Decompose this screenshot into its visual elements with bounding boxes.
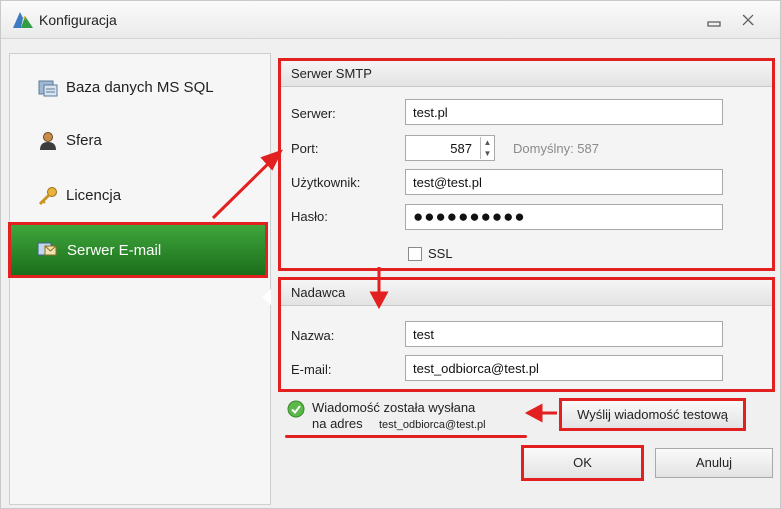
sidebar-item-label: Sfera [66,132,102,149]
port-spinner[interactable]: ▲ ▼ [480,137,494,159]
ssl-label: SSL [428,246,453,261]
arrow-head [524,403,543,423]
database-icon [38,80,58,97]
sidebar-item-database[interactable]: Baza danych MS SQL [10,62,270,114]
user-label: Użytkownik: [291,175,361,190]
password-label: Hasło: [291,209,328,224]
sidebar-item-label: Serwer E-mail [67,242,162,259]
annotation-underline [285,435,527,438]
sender-name-input[interactable]: test [405,321,723,347]
server-input[interactable]: test.pl [405,99,723,125]
status-address-prefix: na adres [312,416,363,431]
sidebar-item-sfera[interactable]: Sfera [10,115,270,167]
group-title: Nadawca [291,285,346,300]
port-stepper[interactable]: 587 ▲ ▼ [405,135,495,161]
server-label: Serwer: [291,106,336,121]
cancel-button[interactable]: Anuluj [655,448,773,478]
group-title: Serwer SMTP [291,66,372,81]
window-title: Konfiguracja [39,12,117,28]
sidebar: Baza danych MS SQL Sfera Licencja Serwer… [8,53,271,505]
status-message: Wiadomość została wysłana [312,400,476,415]
minimize-icon[interactable] [705,14,723,28]
sender-email-label: E-mail: [291,362,332,377]
selection-caret [262,289,271,305]
send-test-email-button[interactable]: Wyślij wiadomość testową [559,398,746,431]
sidebar-item-label: Licencja [66,187,122,204]
port-value: 587 [450,141,472,156]
group-header: Serwer SMTP [281,61,772,87]
ssl-checkbox[interactable] [408,247,422,261]
konfiguracja-app-icon [13,12,33,28]
email-server-icon [37,242,57,256]
ok-button[interactable]: OK [521,445,644,481]
smtp-server-group: Serwer SMTP Serwer: test.pl Port: 587 ▲ … [278,58,775,271]
password-input[interactable]: ●●●●●●●●●● [405,204,723,230]
user-icon [40,132,56,150]
sidebar-item-licencja[interactable]: Licencja [10,170,270,222]
sidebar-item-label: Baza danych MS SQL [66,79,214,96]
group-header: Nadawca [281,280,772,306]
user-input[interactable]: test@test.pl [405,169,723,195]
spin-down-icon[interactable]: ▼ [481,148,494,159]
success-check-icon [287,400,305,418]
spin-up-icon[interactable]: ▲ [481,137,494,148]
close-icon[interactable] [739,12,757,28]
sidebar-item-email-server[interactable]: Serwer E-mail [8,222,268,278]
sender-email-input[interactable]: test_odbiorca@test.pl [405,355,723,381]
key-icon [38,187,57,206]
port-label: Port: [291,141,319,156]
status-address: test_odbiorca@test.pl [379,419,486,431]
sender-group: Nadawca Nazwa: test E-mail: test_odbiorc… [278,277,775,392]
configuration-dialog: Konfiguracja Baza danych MS SQL Sfera Li… [0,0,781,509]
title-bar: Konfiguracja [1,1,780,39]
port-default-hint: Domyślny: 587 [513,141,599,156]
sender-name-label: Nazwa: [291,328,335,343]
